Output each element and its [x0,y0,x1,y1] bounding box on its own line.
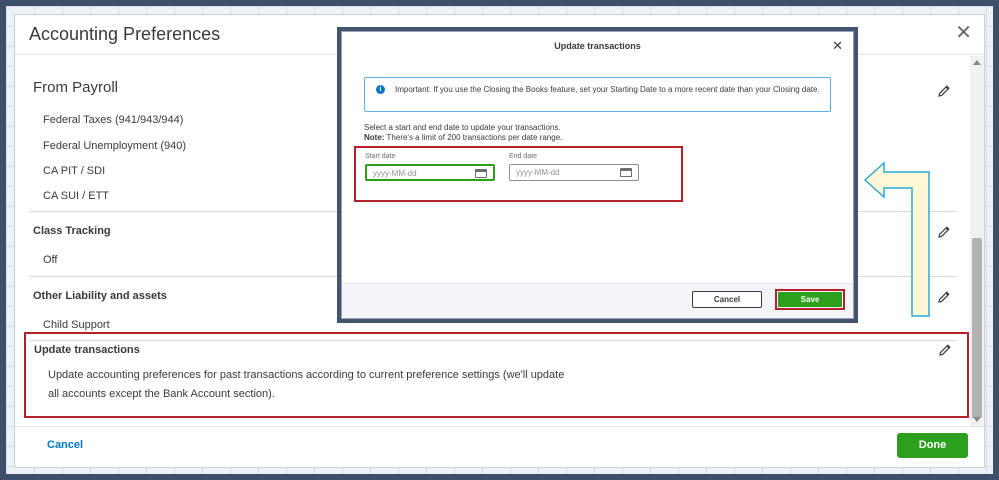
other-liability-value: Child Support [43,319,110,331]
other-liability-title: Other Liability and assets [33,290,167,302]
modal-title: Update transactions [554,41,641,51]
update-transactions-description: Update accounting preferences for past t… [48,369,565,400]
panel-footer: Cancel Done [15,426,984,469]
instructions-text: Select a start and end date to update yo… [364,123,561,132]
pencil-icon[interactable] [936,83,952,99]
start-date-placeholder: yyyy-MM-dd [373,169,417,178]
payroll-item-federal-taxes: Federal Taxes (941/943/944) [43,114,184,126]
payroll-item-ca-sui-ett: CA SUI / ETT [43,190,110,202]
end-date-field[interactable]: yyyy-MM-dd [509,164,639,181]
class-tracking-title: Class Tracking [33,225,111,237]
pencil-icon[interactable] [937,342,953,358]
update-transactions-title: Update transactions [34,344,140,356]
class-tracking-value: Off [43,254,58,266]
note-label: Note: [364,133,385,142]
modal-header: Update transactions ✕ [342,32,853,66]
end-date-placeholder: yyyy-MM-dd [516,168,560,177]
info-text: Important: If you use the Closing the Bo… [395,85,820,94]
start-date-label: Start date [365,153,396,160]
note-line: Note: There's a limit of 200 transaction… [364,133,562,143]
cancel-button[interactable]: Cancel [47,439,83,451]
save-button[interactable]: Save [778,292,842,307]
scrollbar[interactable] [970,56,984,426]
calendar-icon[interactable] [475,169,487,178]
close-icon[interactable]: ✕ [955,23,972,43]
scroll-up-icon[interactable] [973,60,981,65]
scroll-down-icon[interactable] [973,417,981,422]
page-title: Accounting Preferences [29,24,221,44]
modal-instructions: Select a start and end date to update yo… [364,123,562,143]
save-button-highlight: Save [775,289,845,310]
payroll-item-federal-unemployment: Federal Unemployment (940) [43,140,187,152]
update-transactions-modal: Update transactions ✕ i Important: If yo… [341,31,854,319]
payroll-item-ca-pit-sdi: CA PIT / SDI [43,165,106,177]
update-transactions-section: Update transactions Update accounting pr… [24,332,969,418]
note-text: There's a limit of 200 transactions per … [384,133,563,142]
payroll-section-title: From Payroll [33,79,119,96]
end-date-label: End date [509,153,538,160]
info-icon: i [376,85,385,94]
calendar-icon[interactable] [620,168,632,177]
pencil-icon[interactable] [936,224,952,240]
done-button[interactable]: Done [897,433,968,458]
annotation-arrow-icon [863,161,930,317]
start-date-field[interactable]: yyyy-MM-dd [365,164,495,181]
close-icon[interactable]: ✕ [832,38,843,54]
pencil-icon[interactable] [936,289,952,305]
modal-cancel-button[interactable]: Cancel [692,291,762,308]
update-transactions-modal-frame: Update transactions ✕ i Important: If yo… [337,27,858,323]
date-range-highlight: Start date yyyy-MM-dd End date yyyy-MM-d… [354,146,683,202]
modal-footer: Cancel Save [342,283,853,318]
info-banner: i Important: If you use the Closing the … [364,77,831,112]
scrollbar-thumb[interactable] [972,238,982,418]
